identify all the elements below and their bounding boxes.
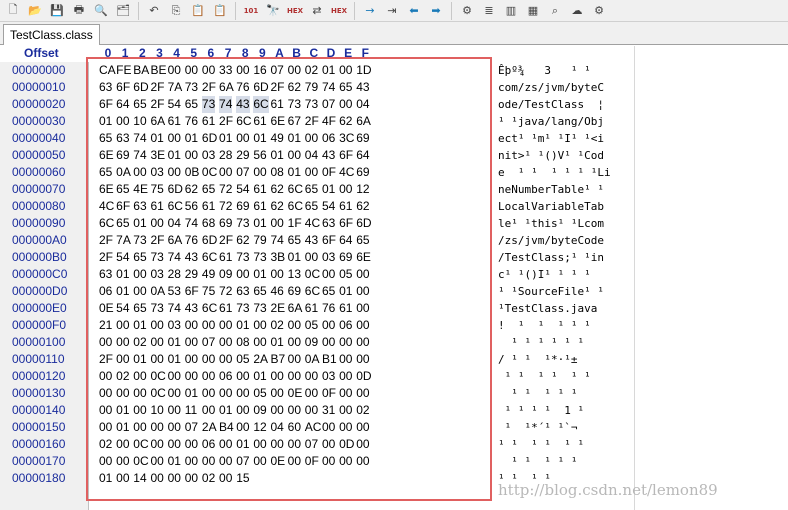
offset-column: 00000000 00000010 00000020 00000030 00000040… (0, 62, 88, 510)
watermark: http://blog.csdn.net/lemon89 (498, 481, 718, 499)
offset-cell: 00000140 (12, 403, 66, 417)
print-preview-icon[interactable]: 🔍 (91, 2, 111, 20)
tools-icon[interactable]: ⚙ (457, 2, 477, 20)
offset-cell: 00000060 (12, 165, 66, 179)
ascii-row[interactable]: ¹ ¹ ¹ ¹ ¹ (498, 453, 577, 470)
offset-cell: 000000A0 (12, 233, 67, 247)
offset-cell: 000000E0 (12, 301, 67, 315)
toolbar-separator (451, 1, 452, 20)
ascii-row[interactable]: /zs/jvm/byteCode (498, 232, 604, 249)
tab-bar: TestClass.class (0, 22, 788, 45)
offset-cell: 00000070 (12, 182, 66, 196)
ascii-row[interactable]: e ¹ ¹ ¹ ¹ ¹ ¹Li (498, 164, 611, 181)
paste-special-icon[interactable]: 📋 (210, 2, 230, 20)
properties-icon[interactable]: 🗂 (113, 2, 133, 20)
ascii-row[interactable]: / ¹ ¹ ¹*·¹± (498, 351, 577, 368)
ascii-row[interactable]: ¹ ¹ ¹ ¹ ¹ ¹ (498, 368, 591, 385)
offset-cell: 00000180 (12, 471, 66, 485)
stack-icon[interactable]: ≣ (479, 2, 499, 20)
ascii-row[interactable]: Êþº¾ 3 ¹ ¹ (498, 62, 591, 79)
replace-icon[interactable]: ⇄ (307, 2, 327, 20)
previous-icon[interactable]: ⇥ (382, 2, 402, 20)
ascii-row[interactable]: ode/TestClass ¦ (498, 96, 604, 113)
ascii-row[interactable]: ¹ ¹ ¹ ¹ ¹ ¹ (498, 436, 584, 453)
save-icon[interactable]: 💾 (47, 2, 67, 20)
undo-icon[interactable]: ↶ (144, 2, 164, 20)
ascii-row[interactable]: ¹ ¹ ¹ ¹ 1 ¹ (498, 402, 584, 419)
paste-icon[interactable]: 📋 (188, 2, 208, 20)
offset-cell: 00000150 (12, 420, 66, 434)
offset-cell: 00000130 (12, 386, 66, 400)
ascii-row[interactable]: ¹TestClass.java (498, 300, 597, 317)
offset-cell: 000000F0 (12, 318, 67, 332)
search-icon[interactable]: ⌕ (545, 2, 565, 20)
print-icon[interactable]: 🖶 (69, 2, 89, 20)
offset-cell: 000000C0 (12, 267, 68, 281)
new-file-icon[interactable]: 🗋 (3, 2, 23, 20)
offset-cell: 00000080 (12, 199, 66, 213)
offset-cell: 00000120 (12, 369, 66, 383)
cloud-icon[interactable]: ☁ (567, 2, 587, 20)
ascii-row[interactable]: nit>¹ ¹()V¹ ¹Cod (498, 147, 604, 164)
offset-cell: 00000030 (12, 114, 66, 128)
gear-icon[interactable]: ⚙ (589, 2, 609, 20)
next-icon[interactable]: → (360, 2, 380, 20)
offset-cell: 00000050 (12, 148, 66, 162)
open-file-icon[interactable]: 📂 (25, 2, 45, 20)
ascii-row[interactable]: ¹ ¹ ¹ ¹ ¹ ¹ (498, 334, 584, 351)
ascii-row[interactable]: c¹ ¹()I¹ ¹ ¹ ¹ (498, 266, 591, 283)
ascii-row[interactable]: ¹ ¹SourceFile¹ ¹ (498, 283, 604, 300)
convert-icon[interactable]: 101 (241, 2, 261, 20)
offset-cell: 00000040 (12, 131, 66, 145)
replace-hex-icon[interactable]: HEX (329, 2, 349, 20)
toolbar-separator (235, 1, 236, 20)
ascii-row[interactable]: neNumberTable¹ ¹ (498, 181, 604, 198)
ascii-row[interactable]: LocalVariableTab (498, 198, 604, 215)
offset-cell: 00000100 (12, 335, 66, 349)
toolbar: 🗋 📂 💾 🖶 🔍 🗂 ↶ ⎘ 📋 📋 101 🔭 HEX ⇄ HEX → ⇥ ⬅ ➡ ⚙ ≣ ▥ ▦ ⌕ ☁ ⚙ (0, 0, 788, 22)
copy-icon[interactable]: ⎘ (166, 2, 186, 20)
ascii-row[interactable]: com/zs/jvm/byteC (498, 79, 604, 96)
offset-cell: 00000000 (12, 63, 66, 77)
offset-cell: 00000110 (12, 352, 65, 366)
panel-divider (634, 46, 635, 510)
ascii-row[interactable]: ¹ ¹ ¹ ¹ ¹ (498, 385, 577, 402)
toolbar-separator (138, 1, 139, 20)
find-hex-icon[interactable]: HEX (285, 2, 305, 20)
offset-cell: 00000160 (12, 437, 66, 451)
chip-icon[interactable]: ▥ (501, 2, 521, 20)
find-icon[interactable]: 🔭 (263, 2, 283, 20)
back-icon[interactable]: ⬅ (404, 2, 424, 20)
offset-cell: 000000D0 (12, 284, 68, 298)
offset-cell: 00000170 (12, 454, 66, 468)
forward-icon[interactable]: ➡ (426, 2, 446, 20)
toolbar-separator (354, 1, 355, 20)
tab-testclass[interactable]: TestClass.class (3, 24, 100, 45)
selection-box (86, 57, 492, 501)
offset-cell: 00000090 (12, 216, 66, 230)
calculator-icon[interactable]: ▦ (523, 2, 543, 20)
ascii-row[interactable]: ect¹ ¹m¹ ¹I¹ ¹<i (498, 130, 604, 147)
offset-header: Offset (24, 46, 59, 60)
offset-cell: 00000020 (12, 97, 66, 111)
ascii-row[interactable]: ¹ ¹java/lang/Obj (498, 113, 604, 130)
offset-cell: 00000010 (12, 80, 66, 94)
ascii-row[interactable]: ! ¹ ¹ ¹ ¹ ¹ (498, 317, 591, 334)
ascii-row[interactable]: ¹ ¹*´¹ ¹`¬ (498, 419, 578, 436)
offset-cell: 000000B0 (12, 250, 67, 264)
ascii-row[interactable]: /TestClass;¹ ¹in (498, 249, 604, 266)
ascii-row[interactable]: le¹ ¹this¹ ¹Lcom (498, 215, 604, 232)
